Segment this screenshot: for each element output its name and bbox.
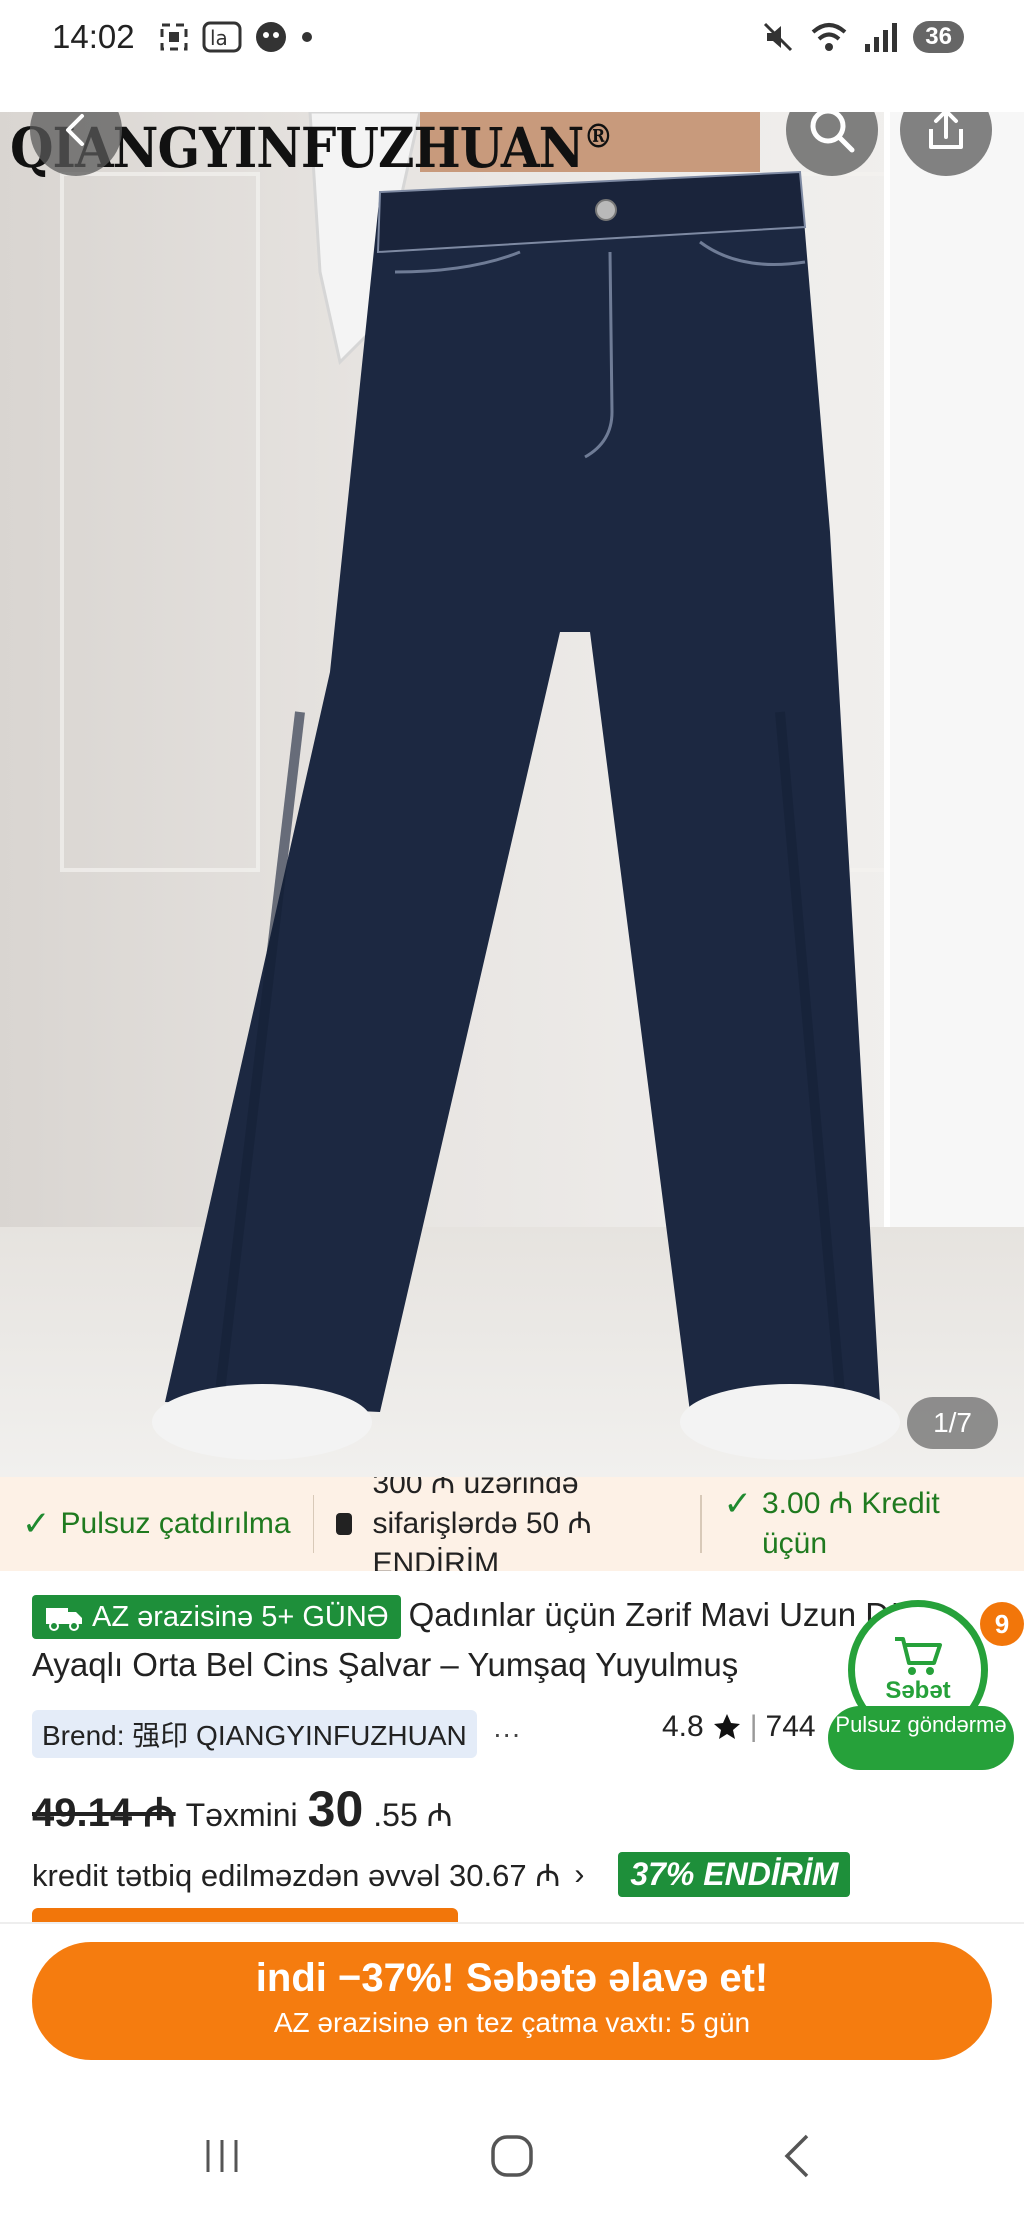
registered-mark: ® bbox=[583, 117, 613, 157]
checkmark-icon: ✓ bbox=[723, 1485, 753, 1523]
la-app-icon: la bbox=[202, 21, 242, 53]
mute-icon bbox=[764, 22, 793, 52]
product-photo-jeans bbox=[152, 112, 900, 1460]
benefit-free-delivery[interactable]: ✓ Pulsuz çatdırılma bbox=[0, 1504, 313, 1544]
chevron-right-icon: › bbox=[574, 1857, 585, 1891]
free-shipping-badge: Pulsuz göndərmə bbox=[828, 1706, 1014, 1770]
delivery-truck-icon bbox=[46, 1608, 82, 1632]
shipping-badge-label: AZ ərazisinə 5+ GÜNƏ bbox=[92, 1601, 389, 1634]
price-decimal: .55 ₼ bbox=[373, 1797, 453, 1833]
cart-count-badge: 9 bbox=[980, 1602, 1024, 1646]
discount-badge: 37% ENDİRİM bbox=[618, 1852, 851, 1897]
recent-apps-button[interactable] bbox=[196, 2126, 248, 2186]
credit-info-row[interactable]: kredit tətbiq edilməzdən əvvəl 30.67 ₼ ›… bbox=[32, 1852, 851, 1897]
signal-icon bbox=[865, 23, 898, 52]
product-image-gallery[interactable]: QIANGYINFUZHUAN® 1/7 bbox=[0, 112, 1024, 1477]
benefit-credit[interactable]: ✓ 3.00 ₼ Kredit üçün bbox=[702, 1484, 1024, 1564]
more-options[interactable]: ··· bbox=[493, 1718, 521, 1750]
bottom-action-bar: indi −37%! Səbətə əlavə et! AZ ərazisinə… bbox=[0, 1922, 1024, 2122]
brand-row: Brend: 强印 QIANGYINFUZHUAN ··· 4.8 | 744 bbox=[32, 1710, 832, 1758]
back-nav-button[interactable] bbox=[772, 2126, 822, 2186]
status-time: 14:02 bbox=[52, 18, 135, 55]
benefit-free-delivery-label: Pulsuz çatdırılma bbox=[60, 1507, 291, 1540]
rating[interactable]: 4.8 | 744 bbox=[662, 1710, 816, 1744]
star-icon bbox=[713, 1714, 740, 1739]
status-notification-icons: la bbox=[158, 20, 314, 54]
estimated-label: Təxmini bbox=[185, 1797, 298, 1833]
cart-label: Səbət bbox=[885, 1677, 951, 1704]
share-icon bbox=[929, 112, 963, 149]
shipping-badge: AZ ərazisinə 5+ GÜNƏ bbox=[32, 1595, 401, 1640]
price-row: 49.14 ₼ Təxmini 30.55 ₼ bbox=[32, 1780, 453, 1838]
chevron-left-icon bbox=[66, 114, 84, 146]
wifi-icon bbox=[811, 23, 847, 51]
review-count: 744 bbox=[765, 1710, 816, 1743]
old-price: 49.14 ₼ bbox=[32, 1791, 176, 1835]
benefits-strip[interactable]: ✓ Pulsuz çatdırılma 300 ₼ üzərində sifar… bbox=[0, 1477, 1024, 1571]
benefit-credit-label: 3.00 ₼ Kredit üçün bbox=[762, 1487, 940, 1560]
system-navigation-bar bbox=[0, 2100, 1024, 2219]
delivery-time-label: AZ ərazisinə ən tez çatma vaxtı: 5 gün bbox=[273, 2007, 751, 2038]
status-system-icons: 36 bbox=[761, 20, 964, 54]
home-button[interactable] bbox=[482, 2126, 542, 2186]
dot-icon bbox=[302, 32, 312, 42]
rating-value: 4.8 bbox=[662, 1710, 704, 1743]
battery-indicator: 36 bbox=[913, 21, 964, 53]
add-to-cart-button[interactable]: indi −37%! Səbətə əlavə et! AZ ərazisinə… bbox=[32, 1942, 992, 2060]
coupon-icon bbox=[336, 1513, 353, 1535]
price-integer: 30 bbox=[307, 1781, 364, 1837]
recent-apps-icon bbox=[206, 2140, 238, 2172]
add-to-cart-label: indi −37%! Səbətə əlavə et! bbox=[255, 1956, 769, 2000]
image-counter: 1/7 bbox=[907, 1397, 998, 1449]
credit-info-text: kredit tətbiq edilməzdən əvvəl 30.67 ₼ bbox=[32, 1857, 561, 1893]
benefit-discount-label: 300 ₼ üzərində sifarişlərdə 50 ₼ ENDİRİM bbox=[372, 1477, 592, 1571]
status-bar: 14:02 la 36 bbox=[0, 0, 1024, 112]
back-icon bbox=[784, 2134, 809, 2178]
brand-link[interactable]: Brend: 强印 QIANGYINFUZHUAN bbox=[32, 1710, 477, 1758]
home-icon bbox=[491, 2135, 533, 2177]
rating-separator: | bbox=[749, 1710, 758, 1743]
benefit-discount[interactable]: 300 ₼ üzərində sifarişlərdə 50 ₼ ENDİRİM bbox=[314, 1477, 699, 1571]
svg-text:la: la bbox=[210, 26, 228, 50]
checkmark-icon: ✓ bbox=[22, 1505, 51, 1543]
screenshot-icon bbox=[160, 23, 188, 51]
face-icon bbox=[256, 22, 286, 52]
search-icon bbox=[810, 112, 855, 153]
cart-icon bbox=[895, 1637, 942, 1675]
promo-badge-partial bbox=[32, 1908, 458, 1922]
